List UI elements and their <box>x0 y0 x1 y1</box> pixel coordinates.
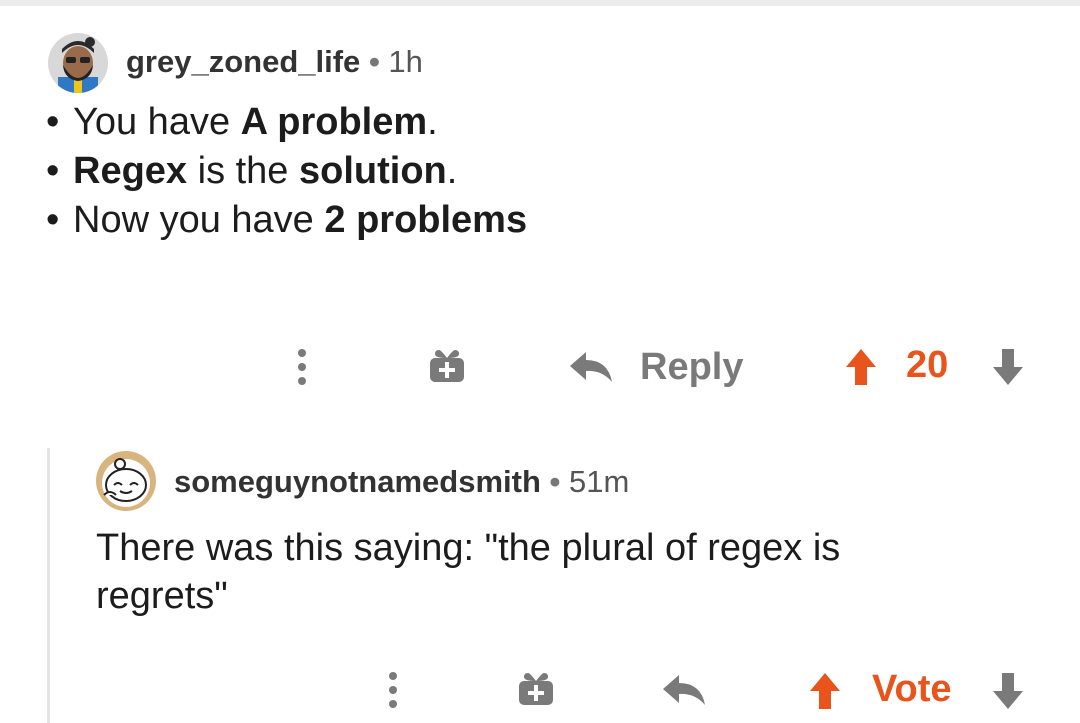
top-divider <box>0 0 1080 6</box>
avatar[interactable] <box>48 33 108 93</box>
more-options-button[interactable] <box>285 345 319 389</box>
downvote-button[interactable] <box>987 344 1029 390</box>
arrow-up-icon <box>810 673 840 709</box>
username-text[interactable]: someguynotnamedsmith <box>174 464 541 499</box>
award-button[interactable] <box>514 666 558 710</box>
thread-line[interactable] <box>47 448 50 723</box>
timestamp: 1h <box>388 44 423 79</box>
reply-arrow-icon <box>570 352 612 382</box>
bullet-line: Now you have 2 problems <box>46 196 527 245</box>
vote-label: Vote <box>872 668 952 710</box>
arrow-down-icon <box>993 673 1023 709</box>
separator-dot: • <box>368 44 380 79</box>
award-button[interactable] <box>425 343 469 387</box>
comment-text-line: regrets" <box>96 575 228 617</box>
reply-button[interactable]: Reply <box>568 340 748 394</box>
comment-author[interactable]: someguynotnamedsmith • 51m <box>174 464 629 500</box>
more-vertical-icon <box>389 672 397 708</box>
downvote-button[interactable] <box>987 668 1029 714</box>
reply-label: Reply <box>640 345 744 388</box>
more-options-button[interactable] <box>376 668 410 712</box>
arrow-up-icon <box>846 349 876 385</box>
vote-score: 20 <box>906 344 949 386</box>
bullet-line: You have A problem. <box>46 98 527 147</box>
arrow-down-icon <box>993 349 1023 385</box>
reply-arrow-icon <box>663 675 705 705</box>
upvote-button[interactable] <box>804 668 846 714</box>
comment-text-line: There was this saying: "the plural of re… <box>96 527 841 569</box>
bullet-line: Regex is the solution. <box>46 147 527 196</box>
upvote-button[interactable] <box>840 344 882 390</box>
more-vertical-icon <box>298 349 306 385</box>
avatar[interactable] <box>96 451 156 511</box>
comment-author[interactable]: grey_zoned_life • 1h <box>126 44 423 80</box>
reply-button[interactable] <box>658 670 710 710</box>
gift-icon <box>430 350 464 382</box>
comment-body: You have A problem. Regex is the solutio… <box>46 98 527 245</box>
separator-dot: • <box>549 464 561 499</box>
gift-icon <box>519 673 553 705</box>
username-text[interactable]: grey_zoned_life <box>126 44 360 79</box>
timestamp: 51m <box>569 464 630 499</box>
comment-body: There was this saying: "the plural of re… <box>96 524 976 620</box>
